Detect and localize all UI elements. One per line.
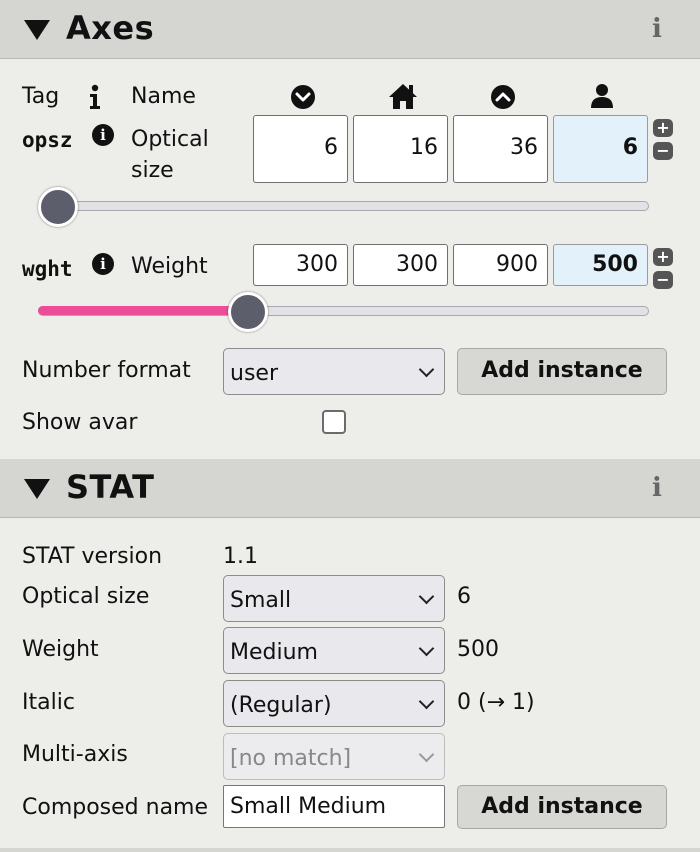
show-avar-checkbox[interactable] — [322, 410, 346, 434]
wght-slider-fill — [38, 306, 250, 315]
opsz-max-field[interactable]: 36 — [453, 115, 548, 183]
axes-panel-title: Axes — [66, 9, 155, 47]
wght-min-field[interactable]: 300 — [253, 244, 348, 286]
chevron-down-icon — [418, 746, 435, 763]
multi-axis-select-value: [no match] — [230, 746, 352, 771]
wght-max-field[interactable]: 900 — [453, 244, 548, 286]
stat-panel-header[interactable]: STAT i — [0, 459, 700, 518]
italic-label: Italic — [22, 690, 75, 715]
wght-default-field[interactable]: 300 — [353, 244, 448, 286]
composed-name-input[interactable]: Small Medium — [223, 785, 445, 828]
italic-value: 0 (→ 1) — [457, 690, 535, 715]
axis-info-icon[interactable]: i — [92, 253, 114, 275]
wght-user-field[interactable]: 500 — [553, 244, 648, 286]
wght-increment-button[interactable]: + — [653, 248, 673, 266]
user-person-icon — [591, 84, 613, 108]
chevron-down-icon — [418, 361, 435, 378]
collapse-triangle-icon[interactable] — [24, 20, 50, 40]
optical-size-label: Optical size — [22, 584, 150, 609]
italic-select-value: (Regular) — [230, 693, 332, 718]
chevron-down-icon — [418, 693, 435, 710]
axes-info-icon[interactable]: i — [652, 14, 662, 44]
multi-axis-label: Multi-axis — [22, 742, 128, 767]
axis-name-weight: Weight — [131, 254, 208, 279]
weight-label: Weight — [22, 637, 99, 662]
wght-slider-thumb[interactable] — [228, 292, 268, 332]
add-instance-button[interactable]: Add instance — [457, 348, 667, 395]
column-header-name: Name — [131, 84, 196, 109]
number-format-label: Number format — [22, 358, 191, 383]
composed-name-label: Composed name — [22, 795, 209, 820]
show-avar-label: Show avar — [22, 410, 138, 435]
opsz-default-field[interactable]: 16 — [353, 115, 448, 183]
tag-info-icon[interactable] — [88, 84, 102, 110]
number-format-value: user — [230, 361, 278, 386]
italic-select[interactable]: (Regular) — [223, 680, 445, 727]
opsz-user-field[interactable]: 6 — [553, 115, 648, 183]
axes-panel-header[interactable]: Axes i — [0, 0, 700, 59]
weight-value: 500 — [457, 637, 499, 662]
axis-tag-wght: wght — [22, 257, 73, 281]
opsz-slider-thumb[interactable] — [38, 187, 78, 227]
default-home-icon — [389, 84, 417, 109]
stat-panel-title: STAT — [66, 468, 155, 506]
wght-decrement-button[interactable]: − — [653, 271, 673, 289]
minimum-chevron-down-icon — [291, 85, 315, 109]
stat-info-icon[interactable]: i — [652, 473, 662, 503]
optical-size-value: 6 — [457, 584, 471, 609]
weight-select-value: Medium — [230, 640, 318, 665]
number-format-select[interactable]: user — [223, 348, 445, 395]
collapse-triangle-icon[interactable] — [24, 479, 50, 499]
opsz-min-field[interactable]: 6 — [253, 115, 348, 183]
opsz-slider-track[interactable] — [38, 201, 649, 211]
bottom-divider — [0, 848, 700, 852]
stat-add-instance-button[interactable]: Add instance — [457, 785, 667, 829]
axis-name-optical-size: Optical size — [131, 127, 209, 183]
stat-version-label: STAT version — [22, 544, 163, 569]
column-header-tag: Tag — [22, 84, 60, 109]
optical-size-select[interactable]: Small — [223, 575, 445, 622]
chevron-down-icon — [418, 640, 435, 657]
stat-version-value: 1.1 — [223, 544, 258, 569]
maximum-chevron-up-icon — [491, 85, 515, 109]
opsz-increment-button[interactable]: + — [653, 119, 673, 137]
chevron-down-icon — [418, 588, 435, 605]
multi-axis-select: [no match] — [223, 733, 445, 780]
opsz-decrement-button[interactable]: − — [653, 142, 673, 160]
optical-size-select-value: Small — [230, 588, 292, 613]
axis-tag-opsz: opsz — [22, 128, 73, 152]
axis-info-icon[interactable]: i — [92, 124, 114, 146]
weight-select[interactable]: Medium — [223, 627, 445, 674]
